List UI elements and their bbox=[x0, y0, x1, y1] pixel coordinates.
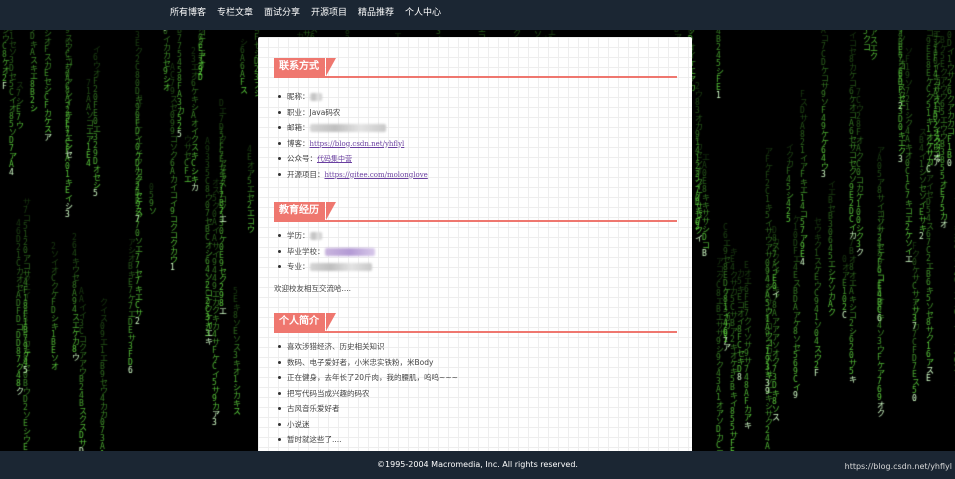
wechat-label: 公众号： bbox=[287, 154, 317, 163]
list-item: 专业： bbox=[274, 259, 375, 275]
list-item: 学历： bbox=[274, 228, 375, 244]
email-label: 邮箱： bbox=[287, 123, 310, 132]
profile-section-title: 个人简介 bbox=[274, 313, 325, 331]
list-item: 古风音乐爱好者 bbox=[274, 401, 458, 417]
contact-section-title: 联系方式 bbox=[274, 58, 325, 76]
section-divider bbox=[274, 220, 677, 222]
school-redacted bbox=[324, 247, 375, 256]
school-label: 毕业学校： bbox=[287, 246, 325, 256]
major-label: 专业： bbox=[287, 262, 310, 271]
profile-section: 个人简介 喜欢涉猎经济、历史相关知识 数码、电子爱好者，小米忠实铁粉，米Body… bbox=[274, 313, 677, 444]
open-source-label: 开源项目： bbox=[287, 169, 325, 179]
nickname-redacted bbox=[309, 93, 322, 101]
blog-label: 博客： bbox=[287, 138, 310, 148]
list-item: 毕业学校： bbox=[274, 244, 375, 260]
contact-section: 联系方式 昵称： 职业：Java码农 邮箱： 博客：https://blog.c… bbox=[274, 58, 677, 179]
top-navigation: 所有博客 专栏文章 面试分享 开源项目 精品推荐 个人中心 bbox=[0, 0, 955, 30]
nav-item-column-articles[interactable]: 专栏文章 bbox=[217, 0, 253, 30]
list-item: 正在健身，去年长了20斤肉，我的腰肌，呜呜~~~ bbox=[274, 370, 458, 386]
education-section-header: 教育经历 bbox=[274, 202, 677, 222]
major-redacted bbox=[309, 263, 372, 271]
nav-item-personal-center[interactable]: 个人中心 bbox=[405, 0, 441, 30]
footer: ©1995-2004 Macromedia, Inc. All rights r… bbox=[0, 451, 955, 479]
open-source-link[interactable]: https://gitee.com/molonglove bbox=[325, 171, 428, 179]
list-item: 职业：Java码农 bbox=[274, 105, 428, 121]
list-item: 博客：https://blog.csdn.net/yhflyl bbox=[274, 136, 428, 152]
contact-list: 昵称： 职业：Java码农 邮箱： 博客：https://blog.csdn.n… bbox=[274, 89, 428, 182]
list-item: 暂时就这些了.... bbox=[274, 432, 458, 448]
nickname-label: 昵称： bbox=[287, 92, 310, 101]
list-item: 开源项目：https://gitee.com/molonglove bbox=[274, 167, 428, 183]
list-item: 邮箱： bbox=[274, 120, 428, 136]
list-item: 把写代码当成兴趣的码农 bbox=[274, 386, 458, 402]
section-divider bbox=[274, 331, 677, 333]
section-divider bbox=[274, 76, 677, 78]
degree-redacted bbox=[309, 232, 322, 240]
nav-item-all-blogs[interactable]: 所有博客 bbox=[170, 0, 206, 30]
occupation-value: Java码农 bbox=[309, 107, 341, 117]
wechat-link[interactable]: 代码集中营 bbox=[317, 155, 352, 163]
profile-section-header: 个人简介 bbox=[274, 313, 677, 333]
section-flag-icon bbox=[326, 58, 336, 76]
profile-list: 喜欢涉猎经济、历史相关知识 数码、电子爱好者，小米忠实铁粉，米Body 正在健身… bbox=[274, 339, 458, 448]
education-list: 学历： 毕业学校： 专业： bbox=[274, 228, 375, 275]
education-section-title: 教育经历 bbox=[274, 202, 325, 220]
nav-item-open-source[interactable]: 开源项目 bbox=[311, 0, 347, 30]
list-item: 公众号：代码集中营 bbox=[274, 151, 428, 167]
occupation-label: 职业： bbox=[287, 107, 310, 117]
section-flag-icon bbox=[326, 313, 336, 331]
nav-item-interview-share[interactable]: 面试分享 bbox=[264, 0, 300, 30]
list-item: 喜欢涉猎经济、历史相关知识 bbox=[274, 339, 458, 355]
email-redacted bbox=[309, 124, 386, 132]
resume-panel: 联系方式 昵称： 职业：Java码农 邮箱： 博客：https://blog.c… bbox=[258, 37, 692, 451]
contact-section-header: 联系方式 bbox=[274, 58, 677, 78]
nav-item-recommended[interactable]: 精品推荐 bbox=[358, 0, 394, 30]
list-item: 数码、电子爱好者，小米忠实铁粉，米Body bbox=[274, 355, 458, 371]
watermark: https://blog.csdn.net/yhflyl bbox=[844, 462, 952, 471]
blog-link[interactable]: https://blog.csdn.net/yhflyl bbox=[310, 140, 405, 148]
footer-copyright: ©1995-2004 Macromedia, Inc. All rights r… bbox=[377, 460, 578, 469]
education-note: 欢迎校友相互交流哈.... bbox=[274, 284, 352, 293]
section-flag-icon bbox=[326, 202, 336, 220]
education-section: 教育经历 学历： 毕业学校： 专业： 欢迎校友相互交流哈.... bbox=[274, 202, 677, 293]
list-item: 小说迷 bbox=[274, 417, 458, 433]
degree-label: 学历： bbox=[287, 231, 310, 240]
list-item: 昵称： bbox=[274, 89, 428, 105]
